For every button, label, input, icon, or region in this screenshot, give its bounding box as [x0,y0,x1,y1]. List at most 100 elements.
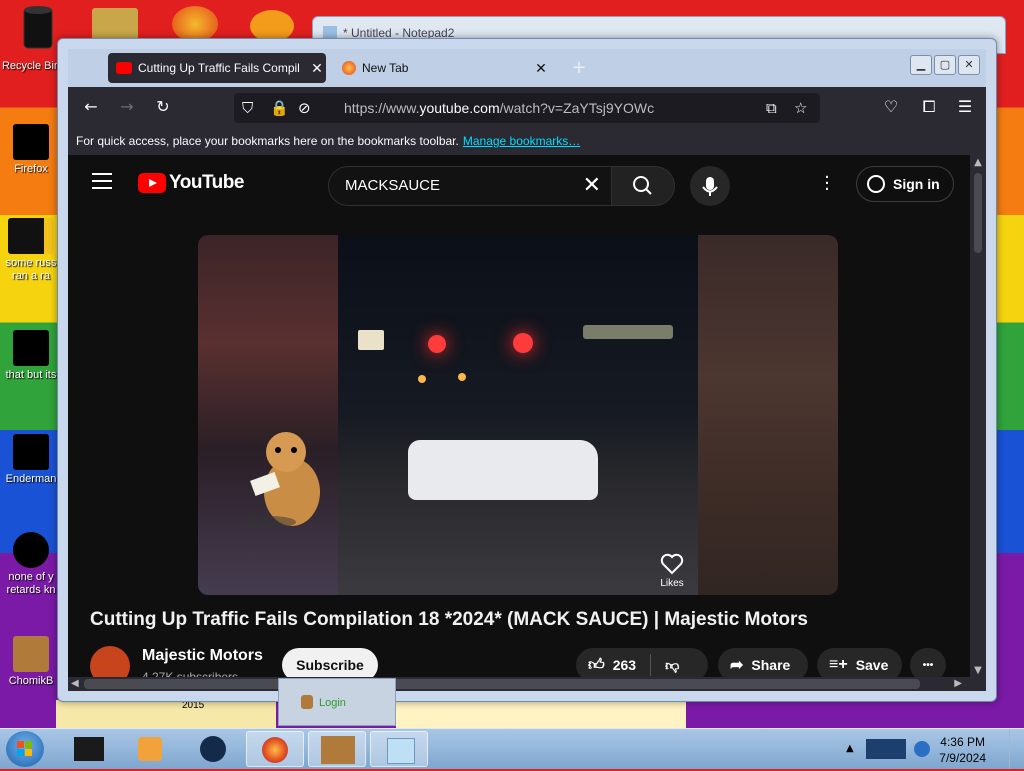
app-icon [200,736,226,762]
tab-label: New Tab [362,61,409,75]
like-count[interactable]: 263 [613,657,636,673]
settings-kebab-icon[interactable]: · · · [822,169,832,199]
save-button[interactable]: ≡+ Save [817,648,902,678]
manage-bookmarks-link[interactable]: Manage bookmarks… [463,134,580,148]
share-icon: ➦ [730,657,744,674]
bookmark-star-icon[interactable]: ☆ [794,99,807,117]
desktop-icon-folder[interactable]: that but its [0,330,62,382]
tab-label: Cutting Up Traffic Fails Compil [138,61,300,75]
more-actions-button[interactable]: ••• [910,648,946,678]
volume-icon[interactable] [914,741,930,757]
subscribe-button[interactable]: Subscribe [282,648,378,678]
desktop-icon-chrome[interactable]: none of y retards kn [0,532,62,597]
desktop-icon-label: some russ ran a ra [5,257,57,282]
tab-bar: Cutting Up Traffic Fails Compil ✕ New Ta… [68,49,986,87]
bookmarks-hint: For quick access, place your bookmarks h… [76,134,459,148]
close-tab-icon[interactable]: ✕ [308,60,326,77]
tracking-protection-icon[interactable]: ⊘ [298,99,311,117]
pocket-icon[interactable]: ♡ [880,97,902,117]
voice-search-button[interactable] [690,166,730,206]
sign-in-button[interactable]: Sign in [856,166,954,202]
desktop-icon-chomik[interactable]: ChomikB [0,636,62,688]
network-icon[interactable] [866,739,906,759]
scroll-left-icon[interactable]: ◀ [71,677,79,691]
save-label: Save [855,657,889,673]
firefox-icon [262,737,288,763]
search-button[interactable] [611,166,675,206]
taskbar-notepad[interactable] [370,731,428,767]
youtube-page: YouTube MACKSAUCE ✕ · · · Sign in Likes … [68,155,970,678]
hamburger-menu-icon[interactable] [92,173,112,189]
shield-icon[interactable]: ⛉ [242,99,253,117]
desktop-icon-firefox[interactable]: Firefox [0,124,62,176]
desktop-icon-label: ChomikB [8,675,54,687]
microphone-icon [702,177,718,196]
firefox-window[interactable]: Cutting Up Traffic Fails Compil ✕ New Ta… [57,38,997,702]
start-button[interactable] [6,731,44,767]
desktop-icon-label: none of y retards kn [6,571,56,596]
close-tab-icon[interactable]: ✕ [532,60,550,77]
forward-button[interactable]: → [116,97,138,117]
bookmarks-toolbar: For quick access, place your bookmarks h… [68,127,986,155]
recycle-bin-icon[interactable] [18,4,58,49]
like-icon[interactable]: 👍︎ [588,656,605,675]
app-icon [13,434,49,470]
folder-icon[interactable] [92,8,138,42]
minimize-button[interactable]: ▁ [910,55,932,75]
dislike-icon[interactable]: 👎︎ [665,657,679,674]
account-icon [867,175,885,193]
video-title: Cutting Up Traffic Fails Compilation 18 … [90,609,808,630]
scroll-up-icon[interactable]: ▲ [970,157,986,168]
show-desktop-button[interactable] [1009,729,1024,769]
scroll-down-icon[interactable]: ▼ [970,665,986,676]
channel-name[interactable]: Majestic Motors [142,647,263,665]
sign-in-label: Sign in [893,176,940,192]
reload-button[interactable]: ↻ [152,97,174,117]
maximize-button[interactable]: ▢ [934,55,956,75]
horizontal-scrollbar[interactable]: ◀ ▶ [68,677,986,691]
tab-youtube[interactable]: Cutting Up Traffic Fails Compil ✕ [108,53,326,83]
back-button[interactable]: ← [80,97,102,117]
share-button[interactable]: ➦ Share [718,648,808,678]
menu-icon[interactable]: ☰ [954,97,976,117]
app-icon[interactable] [172,6,218,42]
desktop-icon-file[interactable]: some russ ran a ra [0,218,62,283]
likes-overlay[interactable]: Likes [660,553,684,589]
taskbar-app-1[interactable] [60,731,118,767]
scrollbar-thumb[interactable] [974,173,982,253]
desktop-icon-recycle-bin[interactable]: Recycle Bin [0,60,62,73]
search-input[interactable]: MACKSAUCE ✕ [328,166,612,206]
lock-icon[interactable]: 🔒 [270,99,289,117]
taskbar-app-3[interactable] [184,731,242,767]
clear-search-icon[interactable]: ✕ [583,173,601,198]
firefox-icon [342,61,356,75]
background-window-artwork [56,700,276,728]
taskbar-firefox[interactable] [246,731,304,767]
vertical-scrollbar[interactable]: ▲ ▼ [970,155,986,678]
channel-avatar[interactable] [90,646,130,678]
likes-label: Likes [660,578,684,589]
picture-in-picture-icon[interactable]: ⧉ [766,99,777,117]
scrollbar-thumb[interactable] [84,679,920,689]
taskbar-media-player[interactable] [122,731,180,767]
heart-icon [660,553,684,575]
video-player[interactable]: Likes [198,235,838,595]
scroll-right-icon[interactable]: ▶ [954,677,962,691]
youtube-play-icon [138,173,166,193]
search-icon [633,176,652,195]
share-label: Share [751,657,791,673]
tab-new-tab[interactable]: New Tab ✕ [334,53,550,83]
taskbar-clock[interactable]: 4:36 PM 7/9/2024 [939,734,986,766]
new-tab-button[interactable]: + [568,57,590,79]
youtube-logo[interactable]: YouTube [138,172,244,194]
extensions-icon[interactable]: ⧠ [918,97,940,117]
thumbnail-label: Login [319,697,346,709]
desktop-icon-enderman[interactable]: Enderman [0,434,62,486]
desktop-icon-label: Firefox [14,163,48,175]
taskbar-chomik[interactable] [308,731,366,767]
save-playlist-icon: ≡+ [829,656,848,673]
close-window-button[interactable]: ✕ [958,55,980,75]
url-bar[interactable]: ⛉ 🔒 ⊘ https://www.youtube.com/watch?v=Za… [234,93,820,123]
show-hidden-icons-icon[interactable]: ▲ [846,743,854,754]
taskbar-thumbnail-preview[interactable]: Login [278,678,396,726]
